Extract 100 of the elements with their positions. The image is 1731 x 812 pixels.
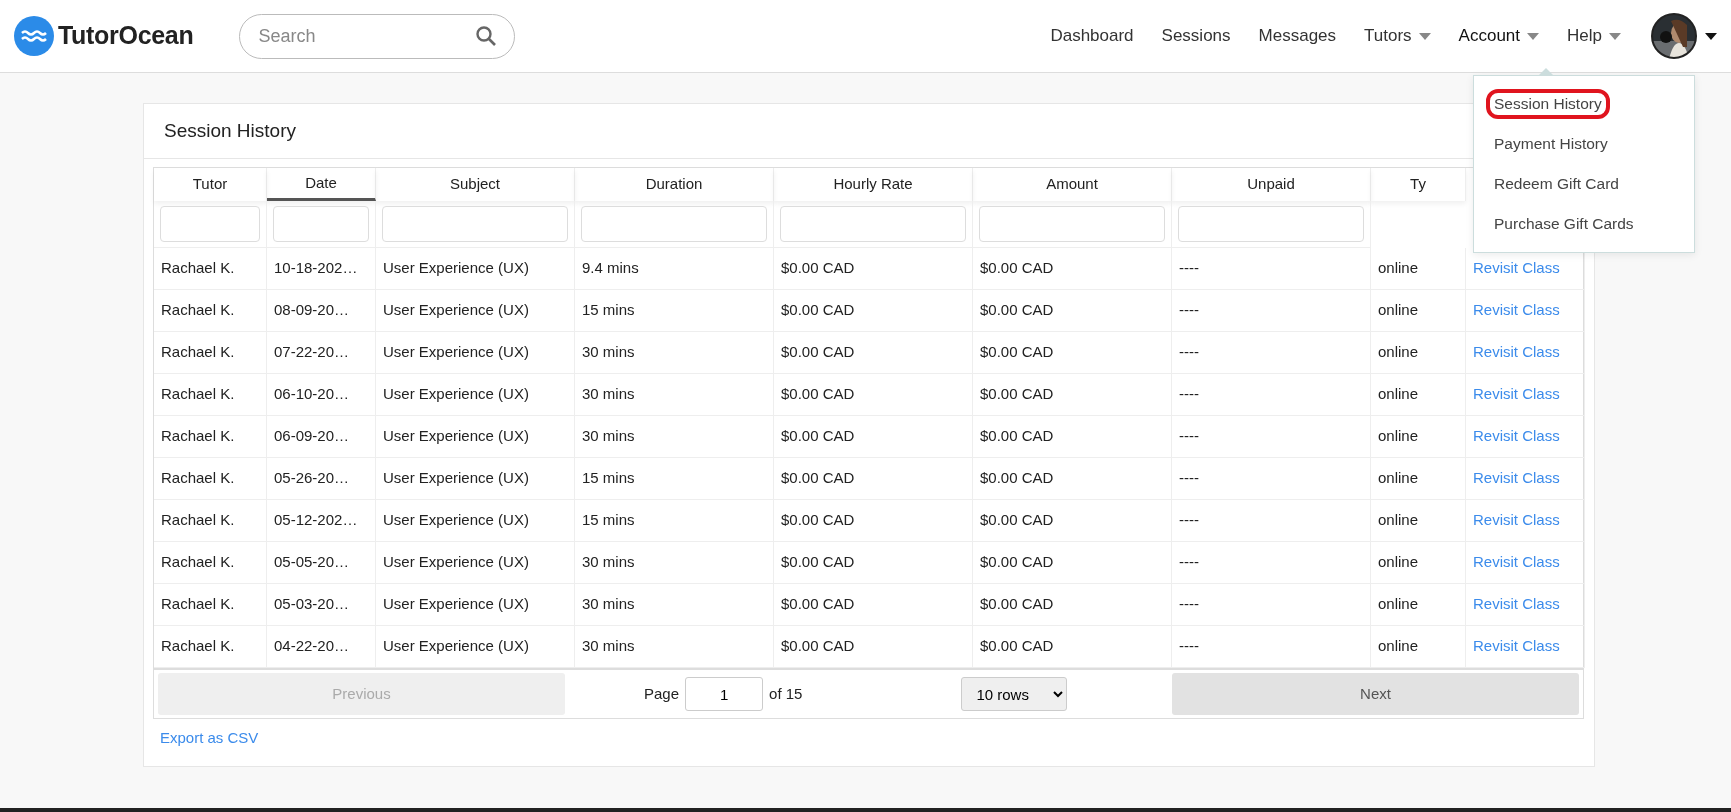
table-cell-text: ---- — [1179, 300, 1199, 321]
menu-item[interactable]: Purchase Gift Cards — [1474, 204, 1695, 245]
nav-link[interactable]: Tutors — [1350, 23, 1445, 49]
table-cell-text: 06-10-20… — [274, 384, 350, 405]
table-cell-text: online — [1378, 300, 1419, 321]
table-cell-text: 05-12-202… — [274, 510, 358, 531]
column-header[interactable]: Date — [267, 168, 376, 201]
table-cell-text: 04-22-20… — [274, 636, 350, 657]
table-cell-text: Rachael K. — [161, 300, 235, 321]
table-cell-text: 06-09-20… — [274, 426, 350, 447]
table-cell-text: User Experience (UX) — [383, 636, 529, 657]
column-header[interactable]: Subject — [376, 168, 575, 201]
logo-icon — [14, 16, 54, 56]
table-cell-text: ---- — [1179, 594, 1199, 615]
revisit-link[interactable]: Revisit Class — [1473, 299, 1560, 322]
table-cell-text: User Experience (UX) — [383, 552, 529, 573]
table-cell-text: online — [1378, 594, 1419, 615]
table-cell-text: 10-18-202… — [274, 258, 358, 279]
filter-field[interactable] — [780, 206, 966, 242]
rows-select[interactable]: 10 rows — [961, 677, 1068, 711]
table-cell-text: Rachael K. — [161, 342, 235, 363]
filter-field[interactable] — [382, 206, 568, 242]
search-field[interactable]: Search — [239, 13, 516, 59]
column-header[interactable]: Amount — [973, 168, 1172, 201]
table-cell-text: Rachael K. — [161, 426, 235, 447]
table-cell-text: $0.00 CAD — [781, 342, 855, 363]
export-link[interactable]: Export as CSV — [160, 729, 259, 746]
column-header[interactable]: Ty — [1371, 168, 1466, 201]
table-cell-text: ---- — [1179, 636, 1199, 657]
search-icon[interactable] — [475, 24, 498, 47]
filter-field[interactable] — [1178, 206, 1364, 242]
table-cell-text: $0.00 CAD — [980, 426, 1054, 447]
column-header[interactable]: Duration — [575, 168, 774, 201]
revisit-link[interactable]: Revisit Class — [1473, 425, 1560, 448]
table-cell-text: User Experience (UX) — [383, 300, 529, 321]
filter-field[interactable] — [160, 206, 260, 242]
table-cell-text: online — [1378, 636, 1419, 657]
caret-icon[interactable] — [1705, 32, 1717, 40]
table-cell-text: $0.00 CAD — [781, 300, 855, 321]
table-cell-text: ---- — [1179, 510, 1199, 531]
table-cell-text: Rachael K. — [161, 594, 235, 615]
column-header[interactable]: Hourly Rate — [774, 168, 973, 201]
table-cell-text: 30 mins — [582, 552, 635, 573]
next-button[interactable]: Next — [1172, 673, 1579, 715]
revisit-link[interactable]: Revisit Class — [1473, 551, 1560, 574]
table-cell-text: 30 mins — [582, 426, 635, 447]
table-cell-text: Rachael K. — [161, 552, 235, 573]
page-count: of 15 — [769, 683, 803, 704]
table-cell-text: Rachael K. — [161, 258, 235, 279]
table-cell-text: online — [1378, 258, 1419, 279]
table-cell-text: 07-22-20… — [274, 342, 350, 363]
revisit-link[interactable]: Revisit Class — [1473, 257, 1560, 280]
table-cell-text: User Experience (UX) — [383, 258, 529, 279]
menu-item[interactable]: Session History — [1474, 84, 1695, 125]
nav-link[interactable]: Sessions — [1147, 23, 1245, 49]
table-cell-text: $0.00 CAD — [980, 300, 1054, 321]
table-cell-text: $0.00 CAD — [980, 594, 1054, 615]
revisit-link[interactable]: Revisit Class — [1473, 509, 1560, 532]
table-cell-text: 08-09-20… — [274, 300, 350, 321]
nav-link[interactable]: Dashboard — [1036, 23, 1148, 49]
nav-link[interactable]: Help — [1553, 23, 1635, 49]
column-header[interactable]: Unpaid — [1172, 168, 1371, 201]
column-header[interactable]: Tutor — [154, 168, 267, 201]
table-cell-text: User Experience (UX) — [383, 510, 529, 531]
nav-link[interactable]: Messages — [1244, 23, 1351, 49]
revisit-link[interactable]: Revisit Class — [1473, 635, 1560, 658]
table-cell-text: User Experience (UX) — [383, 342, 529, 363]
filter-field[interactable] — [979, 206, 1165, 242]
menu-item[interactable]: Payment History — [1474, 124, 1695, 165]
nav-link[interactable]: Account — [1444, 23, 1554, 49]
revisit-link[interactable]: Revisit Class — [1473, 467, 1560, 490]
revisit-link[interactable]: Revisit Class — [1473, 593, 1560, 616]
table-cell-text: $0.00 CAD — [980, 510, 1054, 531]
table-cell-text: $0.00 CAD — [781, 594, 855, 615]
table-cell-text: $0.00 CAD — [781, 510, 855, 531]
table-cell-text: $0.00 CAD — [980, 384, 1054, 405]
table-cell-text: $0.00 CAD — [980, 552, 1054, 573]
revisit-link[interactable]: Revisit Class — [1473, 341, 1560, 364]
table-cell-text: 05-03-20… — [274, 594, 350, 615]
filter-field[interactable] — [273, 206, 369, 242]
filter-field[interactable] — [581, 206, 767, 242]
table-cell-text: User Experience (UX) — [383, 594, 529, 615]
table-cell-text: 9.4 mins — [582, 258, 639, 279]
revisit-link[interactable]: Revisit Class — [1473, 383, 1560, 406]
table-cell-text: 15 mins — [582, 468, 635, 489]
table-cell-text: User Experience (UX) — [383, 384, 529, 405]
table-cell-text: 30 mins — [582, 342, 635, 363]
table-cell-text: online — [1378, 342, 1419, 363]
table-cell-text: Rachael K. — [161, 384, 235, 405]
table-cell-text: $0.00 CAD — [980, 636, 1054, 657]
logo-text[interactable]: TutorOcean — [58, 17, 194, 55]
table-cell-text: $0.00 CAD — [781, 258, 855, 279]
table-cell-text: ---- — [1179, 468, 1199, 489]
table-cell-text: ---- — [1179, 426, 1199, 447]
table-cell-text: $0.00 CAD — [781, 384, 855, 405]
table-cell-text: User Experience (UX) — [383, 468, 529, 489]
page-field[interactable]: 1 — [685, 677, 764, 711]
table-cell-text: $0.00 CAD — [781, 552, 855, 573]
menu-item[interactable]: Redeem Gift Card — [1474, 164, 1695, 205]
table-cell-text: online — [1378, 384, 1419, 405]
